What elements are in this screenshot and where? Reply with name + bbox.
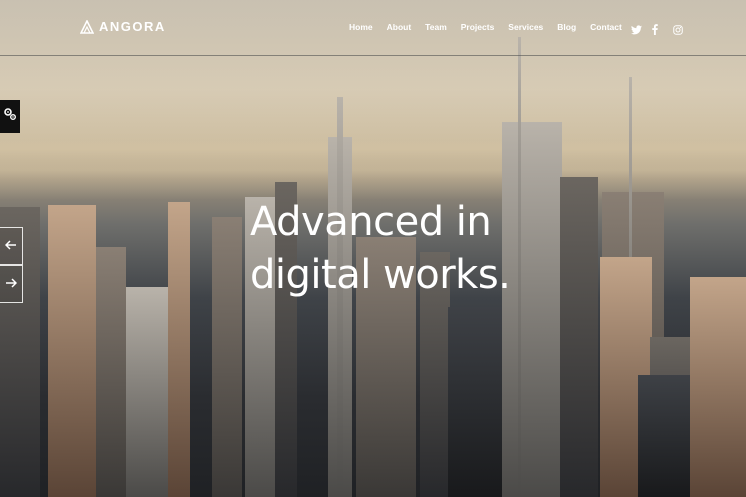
nav-home[interactable]: Home: [349, 22, 373, 32]
hero-headline: Advanced in digital works.: [250, 196, 520, 302]
main-nav: Home About Team Projects Services Blog C…: [349, 22, 622, 32]
nav-projects[interactable]: Projects: [461, 22, 495, 32]
slider-next-button[interactable]: [0, 265, 23, 303]
brand-name: ANGORA: [99, 19, 166, 34]
twitter-icon[interactable]: [631, 22, 642, 35]
top-navbar: ANGORA Home About Team Projects Services…: [0, 0, 746, 56]
arrow-right-icon: [5, 275, 18, 293]
skyline-haze: [0, 140, 746, 200]
building: [96, 247, 126, 497]
headline-line-2: digital works.: [250, 252, 511, 298]
angora-logo-icon: [79, 18, 95, 34]
building: [212, 217, 242, 497]
nav-contact[interactable]: Contact: [590, 22, 622, 32]
arrow-left-icon: [4, 237, 17, 255]
nav-blog[interactable]: Blog: [557, 22, 576, 32]
social-links: [631, 22, 683, 35]
building: [168, 202, 190, 497]
building: [126, 287, 174, 497]
facebook-icon[interactable]: [652, 22, 662, 35]
nav-team[interactable]: Team: [425, 22, 447, 32]
instagram-icon[interactable]: [673, 22, 683, 35]
building: [48, 205, 96, 497]
nav-about[interactable]: About: [387, 22, 412, 32]
headline-line-1: Advanced in: [250, 199, 492, 245]
building: [560, 177, 598, 497]
slider-prev-button[interactable]: [0, 227, 23, 265]
settings-toggle[interactable]: [0, 100, 20, 133]
nav-services[interactable]: Services: [508, 22, 543, 32]
building: [502, 122, 562, 497]
gears-icon: [3, 107, 17, 126]
brand[interactable]: ANGORA: [79, 18, 166, 34]
building: [690, 277, 746, 497]
